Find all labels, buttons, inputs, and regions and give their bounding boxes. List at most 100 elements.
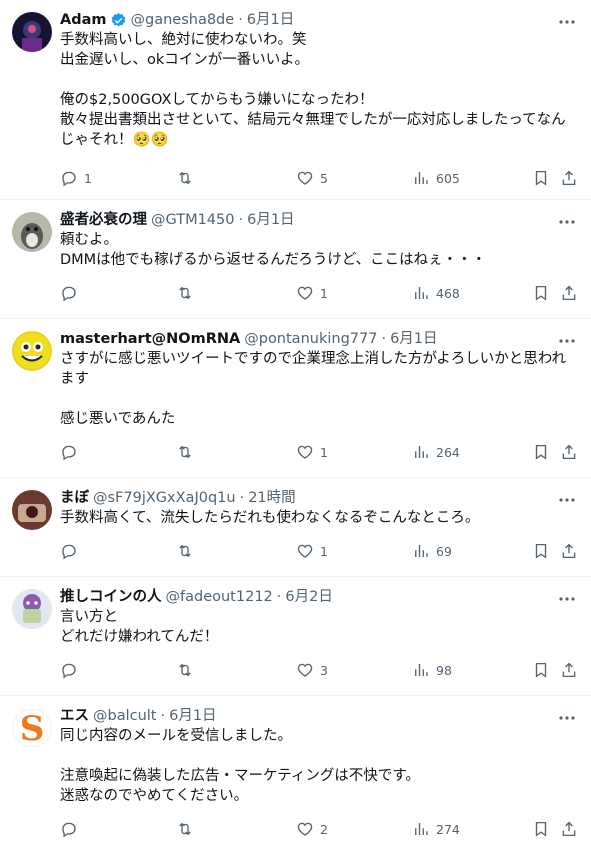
more-icon[interactable] <box>557 214 577 230</box>
tweet-text: 手数料高いし、絶対に使わないわ。笑 出金遅いし、okコインが一番いいよ。 俺の$… <box>60 32 566 148</box>
views-button[interactable]: 605 <box>412 168 460 188</box>
user-handle[interactable]: @balcult <box>93 706 157 726</box>
avatar[interactable]: S <box>12 708 52 748</box>
tweet-header: Adam @ganesha8de · 6月1日 <box>60 10 575 30</box>
tweet[interactable]: まぼ @sF79jXGxXaJ0q1u · 21時間 手数料高くて、流失したらだ… <box>0 478 591 577</box>
reply-button[interactable] <box>60 819 84 839</box>
tweet[interactable]: masterhart@NOmRNA @pontanuking777 · 6月1日… <box>0 319 591 478</box>
view-count: 274 <box>436 821 460 837</box>
like-button[interactable]: 1 <box>296 442 328 462</box>
tweet[interactable]: 盛者必衰の理 @GTM1450 · 6月1日 頼むよ。 DMMは他でも稼げるから… <box>0 200 591 319</box>
timestamp[interactable]: 6月2日 <box>285 587 332 607</box>
more-icon[interactable] <box>557 492 577 508</box>
heart-icon <box>297 663 313 677</box>
views-icon <box>415 823 428 835</box>
timestamp[interactable]: 6月1日 <box>390 329 437 349</box>
share-button[interactable] <box>560 541 578 561</box>
bookmark-button[interactable] <box>532 168 550 188</box>
user-handle[interactable]: @fadeout1212 <box>166 587 273 607</box>
bookmark-button[interactable] <box>532 819 550 839</box>
share-icon <box>562 444 576 460</box>
tweet[interactable]: 推しコインの人 @fadeout1212 · 6月2日 言い方と どれだけ嫌われ… <box>0 577 591 696</box>
share-button[interactable] <box>560 168 578 188</box>
more-icon[interactable] <box>557 333 577 349</box>
views-button[interactable]: 264 <box>412 442 460 462</box>
more-icon[interactable] <box>557 710 577 726</box>
views-icon <box>415 545 428 557</box>
reply-button[interactable] <box>60 442 84 462</box>
more-icon[interactable] <box>557 591 577 607</box>
reply-button[interactable] <box>60 283 84 303</box>
views-button[interactable]: 274 <box>412 819 460 839</box>
like-count: 5 <box>320 170 328 186</box>
views-button[interactable]: 98 <box>412 660 452 680</box>
like-count: 1 <box>320 444 328 460</box>
user-handle[interactable]: @ganesha8de <box>131 10 235 30</box>
timestamp[interactable]: 6月1日 <box>247 10 294 30</box>
reply-icon <box>62 445 76 461</box>
avatar[interactable] <box>12 331 52 371</box>
display-name[interactable]: Adam <box>60 10 107 30</box>
timestamp[interactable]: 21時間 <box>248 488 295 508</box>
separator-dot: · <box>160 708 166 724</box>
like-button[interactable]: 3 <box>296 660 328 680</box>
tweet[interactable]: S エス @balcult · 6月1日 同じ内容のメールを受信しました。 注意… <box>0 696 591 853</box>
action-bar: 1 69 <box>60 531 578 571</box>
display-name[interactable]: 盛者必衰の理 <box>60 210 147 230</box>
separator-dot: · <box>239 490 245 506</box>
like-count: 1 <box>320 285 328 301</box>
bookmark-button[interactable] <box>532 541 550 561</box>
reply-button[interactable]: 1 <box>60 168 92 188</box>
user-handle[interactable]: @GTM1450 <box>151 210 235 230</box>
timestamp[interactable]: 6月1日 <box>247 210 294 230</box>
user-handle[interactable]: @sF79jXGxXaJ0q1u <box>93 488 236 508</box>
display-name[interactable]: masterhart@NOmRNA <box>60 329 240 349</box>
avatar[interactable] <box>12 589 52 629</box>
tweet-text: 頼むよ。 DMMは他でも稼げるから返せるんだろうけど、ここはねぇ・・・ <box>60 232 487 268</box>
user-handle[interactable]: @pontanuking777 <box>244 329 377 349</box>
bookmark-button[interactable] <box>532 283 550 303</box>
reply-button[interactable] <box>60 541 84 561</box>
share-button[interactable] <box>560 442 578 462</box>
retweet-button[interactable] <box>176 541 200 561</box>
like-button[interactable]: 1 <box>296 283 328 303</box>
separator-dot: · <box>381 331 387 347</box>
reply-icon <box>62 663 76 679</box>
display-name[interactable]: まぼ <box>60 488 89 508</box>
retweet-button[interactable] <box>176 283 200 303</box>
share-button[interactable] <box>560 819 578 839</box>
share-icon <box>562 543 576 559</box>
view-count: 264 <box>436 444 460 460</box>
avatar[interactable] <box>12 490 52 530</box>
retweet-icon <box>179 171 191 185</box>
like-button[interactable]: 5 <box>296 168 328 188</box>
retweet-icon <box>179 663 191 677</box>
display-name[interactable]: 推しコインの人 <box>60 587 162 607</box>
tweet-header: masterhart@NOmRNA @pontanuking777 · 6月1日 <box>60 329 575 349</box>
views-button[interactable]: 69 <box>412 541 452 561</box>
share-button[interactable] <box>560 283 578 303</box>
bookmark-button[interactable] <box>532 660 550 680</box>
share-button[interactable] <box>560 660 578 680</box>
tweet-text: 手数料高くて、流失したらだれも使わなくなるぞこんなところ。 <box>60 510 480 526</box>
views-button[interactable]: 468 <box>412 283 460 303</box>
bookmark-button[interactable] <box>532 442 550 462</box>
tweet-header: 盛者必衰の理 @GTM1450 · 6月1日 <box>60 210 575 230</box>
reply-button[interactable] <box>60 660 84 680</box>
share-icon <box>562 662 576 678</box>
avatar[interactable] <box>12 12 52 52</box>
share-icon <box>562 285 576 301</box>
timestamp[interactable]: 6月1日 <box>169 706 216 726</box>
retweet-button[interactable] <box>176 168 200 188</box>
action-bar: 1 468 <box>60 273 578 313</box>
like-button[interactable]: 2 <box>296 819 328 839</box>
avatar[interactable] <box>12 212 52 252</box>
tweet-header: エス @balcult · 6月1日 <box>60 706 575 726</box>
display-name[interactable]: エス <box>60 706 89 726</box>
retweet-button[interactable] <box>176 660 200 680</box>
retweet-button[interactable] <box>176 442 200 462</box>
retweet-button[interactable] <box>176 819 200 839</box>
more-icon[interactable] <box>557 14 577 30</box>
tweet[interactable]: Adam @ganesha8de · 6月1日 手数料高いし、絶対に使わないわ。… <box>0 0 591 200</box>
like-button[interactable]: 1 <box>296 541 328 561</box>
